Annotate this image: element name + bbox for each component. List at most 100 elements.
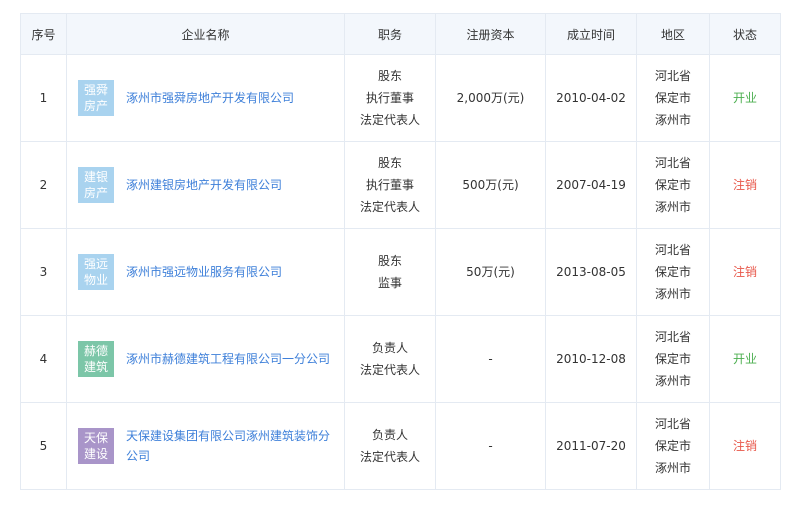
- region-cell: 河北省 保定市 涿州市: [636, 141, 710, 229]
- region-item: 保定市: [654, 91, 691, 105]
- role-cell: 股东执行董事法定代表人: [344, 141, 436, 229]
- company-name-link[interactable]: 涿州市强舜房地产开发有限公司: [126, 88, 306, 108]
- row-index: 3: [20, 228, 67, 316]
- table-row: 4 赫德 建筑 涿州市赫德建筑工程有限公司一分公司 负责人 法定代表人 -2010-12-0…: [20, 315, 781, 403]
- region-item: 涿州市: [654, 200, 691, 214]
- capital-cell: 2,000万(元): [435, 54, 546, 142]
- company-wrap: 建银 房产 涿州建银房地产开发有限公司: [67, 167, 344, 203]
- company-name-link[interactable]: 涿州建银房地产开发有限公司: [126, 175, 294, 195]
- row-index: 1: [20, 54, 67, 142]
- role-item: 法定代表人: [359, 363, 420, 377]
- role-cell: 负责人 法定代表人: [344, 402, 436, 490]
- table-row: 1 强舜 房产 涿州市强舜房地产开发有限公司 股东 执行董事 法定代表人 2,000万(元) 2…: [20, 54, 781, 142]
- role-item: 法定代表人: [359, 113, 420, 127]
- company-logo[interactable]: 天保 建设: [78, 428, 114, 464]
- company-logo-line1: 天保: [83, 431, 108, 445]
- capital-cell: -: [435, 402, 546, 490]
- role-cell: 负责人 法定代表人: [344, 315, 436, 403]
- region-cell: 河北省 保定市 涿州市: [636, 228, 710, 316]
- company-logo-line2: 房产: [83, 186, 108, 200]
- role-item: 监事: [377, 276, 402, 290]
- header-capital: 注册资本: [435, 13, 546, 55]
- table-body: 1 强舜 房产 涿州市强舜房地产开发有限公司 股东 执行董事 法定代表人 2,000万(元) 2…: [20, 54, 781, 490]
- table-row: 5 天保 建设 天保建设集团有限公司涿州建筑装饰分公司 负责人 法定代表人 -2011-07…: [20, 402, 781, 490]
- role-item: 负责人: [371, 428, 408, 442]
- date-cell: 2010-12-08: [545, 315, 637, 403]
- company-name-link[interactable]: 涿州市赫德建筑工程有限公司一分公司: [126, 349, 342, 369]
- status-badge: 开业: [709, 315, 781, 403]
- header-role: 职务: [344, 13, 436, 55]
- status-badge: 注销: [709, 228, 781, 316]
- role-item: 股东: [377, 156, 402, 170]
- company-wrap: 赫德 建筑 涿州市赫德建筑工程有限公司一分公司: [67, 341, 344, 377]
- region-item: 涿州市: [654, 113, 691, 127]
- header-name: 企业名称: [66, 13, 345, 55]
- date-cell: 2011-07-20: [545, 402, 637, 490]
- role-item: 股东: [377, 254, 402, 268]
- company-logo[interactable]: 强舜 房产: [78, 80, 114, 116]
- company-wrap: 强舜 房产 涿州市强舜房地产开发有限公司: [67, 80, 344, 116]
- row-index: 5: [20, 402, 67, 490]
- row-index: 4: [20, 315, 67, 403]
- header-index: 序号: [20, 13, 67, 55]
- date-cell: 2010-04-02: [545, 54, 637, 142]
- company-logo-line1: 强远: [83, 257, 108, 271]
- row-index: 2: [20, 141, 67, 229]
- company-wrap: 天保 建设 天保建设集团有限公司涿州建筑装饰分公司: [67, 426, 344, 466]
- role-item: 执行董事: [365, 178, 414, 192]
- table-row: 3 强远 物业 涿州市强远物业服务有限公司 股东 监事 50万(元) 2013-08-05 河北…: [20, 228, 781, 316]
- company-logo[interactable]: 强远 物业: [78, 254, 114, 290]
- company-logo-line2: 建筑: [83, 360, 108, 374]
- role-item: 执行董事: [365, 91, 414, 105]
- company-cell: 强远 物业 涿州市强远物业服务有限公司: [66, 228, 345, 316]
- role-item: 股东: [377, 69, 402, 83]
- enterprise-table-container: 序号 企业名称 职务 注册资本 成立时间 地区 状态 1 强舜 房产 涿州市强舜房地产…: [20, 13, 781, 490]
- region-item: 河北省: [654, 243, 691, 257]
- region-cell: 河北省 保定市 涿州市: [636, 315, 710, 403]
- company-cell: 强舜 房产 涿州市强舜房地产开发有限公司: [66, 54, 345, 142]
- company-cell: 建银 房产 涿州建银房地产开发有限公司: [66, 141, 345, 229]
- region-item: 保定市: [654, 439, 691, 453]
- role-item: 法定代表人: [359, 200, 420, 214]
- region-item: 河北省: [654, 69, 691, 83]
- company-name-link[interactable]: 涿州市强远物业服务有限公司: [126, 262, 294, 282]
- region-item: 保定市: [654, 265, 691, 279]
- date-cell: 2007-04-19: [545, 141, 637, 229]
- region-item: 涿州市: [654, 374, 691, 388]
- role-item: 负责人: [371, 341, 408, 355]
- company-logo-line2: 建设: [83, 447, 108, 461]
- capital-cell: 500万(元): [435, 141, 546, 229]
- company-logo-line1: 建银: [83, 170, 108, 184]
- status-badge: 注销: [709, 141, 781, 229]
- company-name-link[interactable]: 天保建设集团有限公司涿州建筑装饰分公司: [126, 426, 344, 466]
- capital-cell: 50万(元): [435, 228, 546, 316]
- header-date: 成立时间: [545, 13, 637, 55]
- header-region: 地区: [636, 13, 710, 55]
- table-row: 2 建银 房产 涿州建银房地产开发有限公司 股东 执行董事 法定代表人 500万(元) 2007…: [20, 141, 781, 229]
- region-item: 涿州市: [654, 461, 691, 475]
- region-item: 涿州市: [654, 287, 691, 301]
- region-cell: 河北省 保定市 涿州市: [636, 54, 710, 142]
- region-item: 河北省: [654, 330, 691, 344]
- role-cell: 股东 监事: [344, 228, 436, 316]
- company-logo-line1: 强舜: [83, 83, 108, 97]
- company-logo-line2: 物业: [83, 273, 108, 287]
- company-logo[interactable]: 建银 房产: [78, 167, 114, 203]
- region-item: 河北省: [654, 156, 691, 170]
- enterprise-table: 序号 企业名称 职务 注册资本 成立时间 地区 状态 1 强舜 房产 涿州市强舜房地产…: [20, 13, 781, 490]
- role-cell: 股东执行董事法定代表人: [344, 54, 436, 142]
- company-logo-line1: 赫德: [83, 344, 108, 358]
- company-cell: 赫德 建筑 涿州市赫德建筑工程有限公司一分公司: [66, 315, 345, 403]
- region-item: 保定市: [654, 178, 691, 192]
- region-cell: 河北省 保定市 涿州市: [636, 402, 710, 490]
- capital-cell: -: [435, 315, 546, 403]
- company-wrap: 强远 物业 涿州市强远物业服务有限公司: [67, 254, 344, 290]
- company-logo-line2: 房产: [83, 99, 108, 113]
- status-badge: 开业: [709, 54, 781, 142]
- table-header-row: 序号 企业名称 职务 注册资本 成立时间 地区 状态: [20, 13, 781, 55]
- company-logo[interactable]: 赫德 建筑: [78, 341, 114, 377]
- status-badge: 注销: [709, 402, 781, 490]
- role-item: 法定代表人: [359, 450, 420, 464]
- header-status: 状态: [709, 13, 781, 55]
- company-cell: 天保 建设 天保建设集团有限公司涿州建筑装饰分公司: [66, 402, 345, 490]
